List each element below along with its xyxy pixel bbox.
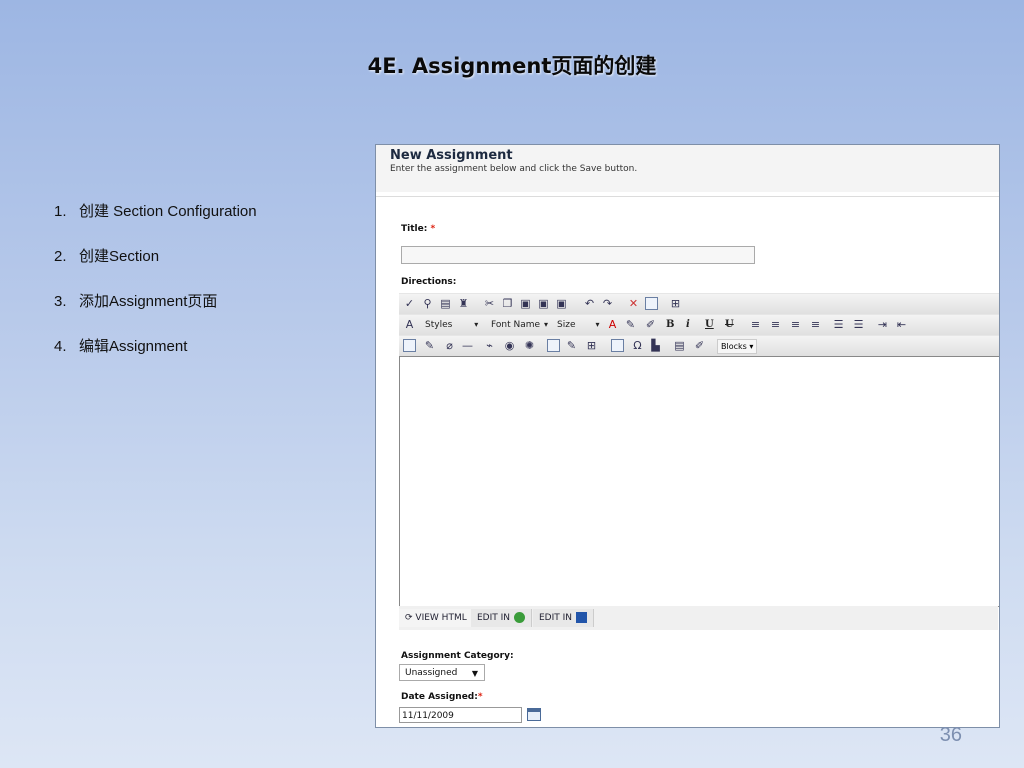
view-html-button[interactable]: ⟳ VIEW HTML — [399, 609, 474, 627]
align-right-icon[interactable]: ≡ — [789, 318, 802, 331]
category-label: Assignment Category: — [401, 651, 514, 661]
edit-in-word-button[interactable]: EDIT IN — [533, 609, 595, 627]
page-number: 36 — [939, 724, 962, 746]
print-icon[interactable]: ▤ — [439, 297, 452, 310]
date-label: Date Assigned:* — [401, 692, 483, 702]
grid-icon[interactable]: ⊞ — [585, 339, 598, 352]
pencil-icon[interactable]: ✐ — [693, 339, 706, 352]
size-dropdown[interactable]: Size ▾ — [557, 318, 600, 331]
chevron-down-icon: ▾ — [544, 320, 549, 329]
spellcheck-icon[interactable]: ✓ — [403, 297, 416, 310]
snippet-icon[interactable]: ▤ — [673, 339, 686, 352]
copy-icon[interactable]: ❐ — [501, 297, 514, 310]
numbered-list-icon[interactable]: ☰ — [832, 318, 845, 331]
editor-toolbar-row-1: ✓ ⚲ ▤ ♜ ✂ ❐ ▣ ▣ ▣ ↶ ↷ ✕ ⊞ — [399, 293, 999, 314]
form-icon[interactable] — [403, 339, 416, 352]
steps-list: 1. 创建 Section Configuration 2. 创建Section 3… — [54, 203, 257, 383]
select-all-icon[interactable] — [645, 297, 658, 310]
highlight-icon[interactable]: ✎ — [624, 318, 637, 331]
style-icon[interactable]: A — [403, 318, 416, 331]
form-header: New Assignment Enter the assignment belo… — [376, 145, 999, 192]
italic-icon[interactable]: i — [686, 318, 690, 331]
table-edit-icon[interactable]: ✎ — [565, 339, 578, 352]
undo-icon[interactable]: ↶ — [583, 297, 596, 310]
html-icon: ⟳ — [405, 613, 413, 623]
horizontal-rule-icon[interactable]: — — [461, 339, 474, 352]
special-character-icon[interactable]: Ω — [631, 339, 644, 352]
required-mark: * — [477, 692, 483, 702]
directions-editor[interactable] — [399, 356, 999, 607]
chevron-down-icon: ▼ — [471, 669, 478, 678]
chevron-down-icon: ▾ — [474, 320, 479, 329]
chevron-down-icon: ▾ — [595, 320, 600, 329]
paint-icon[interactable]: ▙ — [649, 339, 662, 352]
justify-icon[interactable]: ≡ — [809, 318, 822, 331]
cut-icon[interactable]: ✂ — [483, 297, 496, 310]
font-color-icon[interactable]: A — [606, 318, 619, 331]
strikethrough-icon[interactable]: U — [725, 318, 734, 331]
editor-toolbar-row-3: ✎ ⌀ — ⌁ ◉ ✺ ✎ ⊞ Ω ▙ ▤ ✐ Blocks ▾ — [399, 335, 999, 356]
font-name-dropdown[interactable]: Font Name ▾ — [491, 318, 548, 331]
category-select[interactable]: Unassigned ▼ — [399, 664, 485, 681]
dreamweaver-icon — [514, 612, 526, 623]
form-heading: New Assignment — [390, 148, 513, 163]
flash-icon[interactable]: ✺ — [523, 339, 536, 352]
step-item: 3. 添加Assignment页面 — [54, 293, 218, 310]
required-mark: * — [430, 224, 436, 234]
calendar-icon[interactable] — [527, 708, 541, 721]
paste-word-icon[interactable]: ▣ — [555, 297, 568, 310]
align-left-icon[interactable]: ≡ — [749, 318, 762, 331]
paste-text-icon[interactable]: ▣ — [537, 297, 550, 310]
title-input[interactable] — [401, 246, 755, 264]
bold-icon[interactable]: B — [666, 318, 674, 331]
step-item: 2. 创建Section — [54, 248, 160, 265]
presentation-icon[interactable]: ⊞ — [669, 297, 682, 310]
slide-title: 4E. Assignment页面的创建 — [367, 54, 657, 78]
find-icon[interactable]: ♜ — [457, 297, 470, 310]
edit-icon[interactable]: ✎ — [423, 339, 436, 352]
attachment-icon[interactable]: ⌀ — [443, 339, 456, 352]
header-divider — [376, 196, 999, 197]
align-center-icon[interactable]: ≡ — [769, 318, 782, 331]
link-icon[interactable]: ⌁ — [483, 339, 496, 352]
format-painter-icon[interactable]: ✐ — [644, 318, 657, 331]
bullet-list-icon[interactable]: ☰ — [852, 318, 865, 331]
outdent-icon[interactable]: ⇤ — [895, 318, 908, 331]
edit-in-dreamweaver-button[interactable]: EDIT IN — [471, 609, 533, 627]
date-assigned-input[interactable]: 11/11/2009 — [399, 707, 522, 723]
step-item: 1. 创建 Section Configuration — [54, 203, 257, 220]
editor-mode-bar: ⟳ VIEW HTML EDIT IN EDIT IN — [399, 606, 998, 630]
image-icon[interactable] — [611, 339, 624, 352]
new-assignment-screenshot: New Assignment Enter the assignment belo… — [375, 144, 1000, 728]
underline-icon[interactable]: U — [705, 318, 714, 331]
directions-label: Directions: — [401, 277, 457, 287]
editor-toolbar-row-2: A Styles ▾ Font Name ▾ Size ▾ A ✎ ✐ B i U U… — [399, 314, 999, 335]
editor-app-icon — [576, 612, 588, 623]
indent-icon[interactable]: ⇥ — [876, 318, 889, 331]
form-subheading: Enter the assignment below and click the… — [390, 164, 638, 174]
paste-icon[interactable]: ▣ — [519, 297, 532, 310]
step-item: 4. 编辑Assignment — [54, 338, 188, 355]
zoom-icon[interactable]: ⚲ — [421, 297, 434, 310]
redo-icon[interactable]: ↷ — [601, 297, 614, 310]
styles-dropdown[interactable]: Styles ▾ — [425, 318, 478, 331]
table-icon[interactable] — [547, 339, 560, 352]
delete-icon[interactable]: ✕ — [627, 297, 640, 310]
blocks-dropdown[interactable]: Blocks ▾ — [717, 339, 758, 354]
web-link-icon[interactable]: ◉ — [503, 339, 516, 352]
title-label: Title: * — [401, 224, 436, 234]
chevron-down-icon: ▾ — [749, 342, 754, 351]
